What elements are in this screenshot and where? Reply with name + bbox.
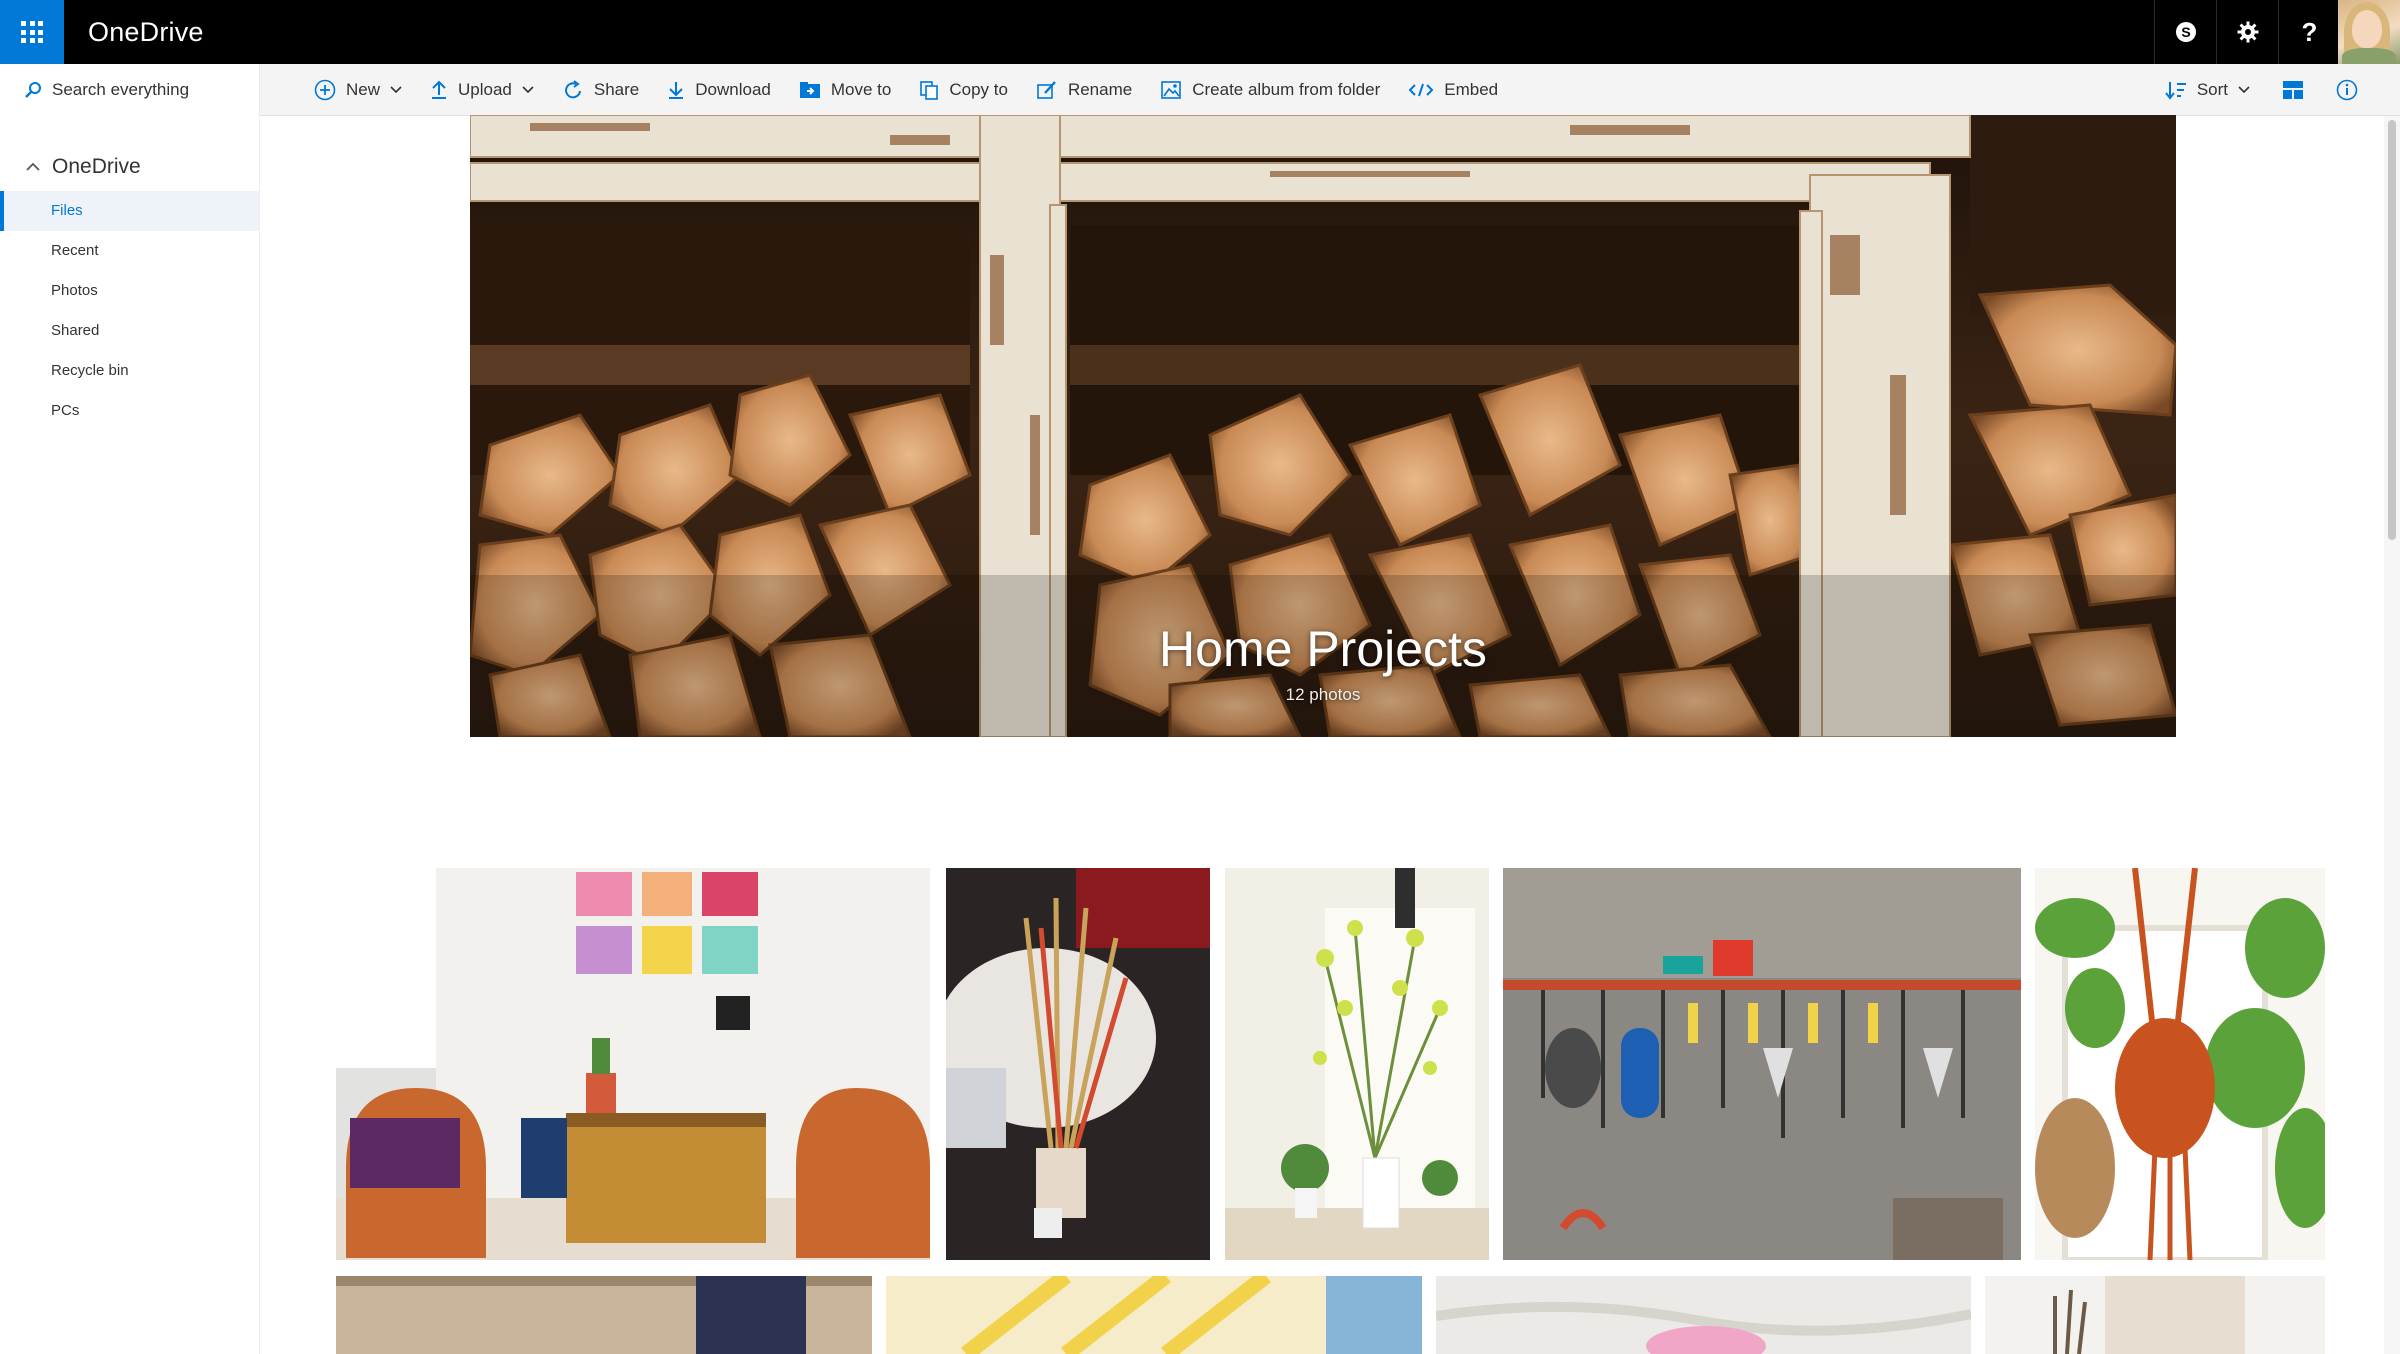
photo-tile[interactable] xyxy=(1436,1276,1971,1354)
nav-item-files[interactable]: Files xyxy=(0,191,259,231)
nav-item-pcs[interactable]: PCs xyxy=(0,391,259,431)
photo-yellow-pattern xyxy=(886,1276,1422,1354)
gear-icon xyxy=(2237,21,2258,43)
command-list: New Upload Share Download Move to Copy t… xyxy=(300,64,1512,116)
suite-bar: OneDrive S ? xyxy=(0,0,2400,64)
nav-item-photos[interactable]: Photos xyxy=(0,271,259,311)
photo-wood-floor xyxy=(336,1276,872,1354)
search-placeholder: Search everything xyxy=(52,80,190,99)
move-to-label: Move to xyxy=(830,80,892,99)
help-button[interactable]: ? xyxy=(2278,0,2340,64)
info-icon xyxy=(2336,79,2358,101)
plus-circle-icon xyxy=(314,79,336,101)
app-launcher-button[interactable] xyxy=(0,0,64,64)
rename-icon xyxy=(1037,81,1056,99)
svg-text:S: S xyxy=(2181,24,2190,40)
left-navigation: OneDrive Files Recent Photos Shared Recy… xyxy=(0,117,260,1354)
photo-macrame-plant xyxy=(2035,868,2325,1260)
help-icon: ? xyxy=(2301,16,2318,47)
new-label: New xyxy=(346,80,381,99)
chevron-up-icon xyxy=(26,162,40,171)
move-to-button[interactable]: Move to xyxy=(785,64,905,116)
sort-label: Sort xyxy=(2196,80,2228,99)
rename-button[interactable]: Rename xyxy=(1022,64,1146,116)
settings-button[interactable] xyxy=(2216,0,2278,64)
download-button[interactable]: Download xyxy=(653,64,785,116)
sort-button[interactable]: Sort xyxy=(2149,64,2266,116)
upload-icon xyxy=(432,80,447,99)
download-label: Download xyxy=(695,80,771,99)
copy-to-icon xyxy=(920,81,939,100)
sort-icon xyxy=(2165,82,2186,100)
chevron-down-icon xyxy=(522,86,534,94)
upload-label: Upload xyxy=(458,80,512,99)
photo-tile[interactable] xyxy=(1503,868,2021,1260)
photo-linen-cloth xyxy=(1436,1276,1971,1354)
album-icon xyxy=(1161,81,1182,99)
command-bar: Search everything New Upload Share Downl… xyxy=(0,64,2400,116)
create-album-button[interactable]: Create album from folder xyxy=(1146,64,1394,116)
scrollbar-thumb[interactable] xyxy=(2388,120,2396,540)
upload-button[interactable]: Upload xyxy=(416,64,548,116)
album-cover[interactable]: Home Projects 12 photos xyxy=(470,115,2176,737)
search-input[interactable]: Search everything xyxy=(0,64,260,116)
photo-tile[interactable] xyxy=(336,868,930,1260)
avatar[interactable] xyxy=(2338,0,2400,64)
photo-flower-vase xyxy=(1225,868,1489,1260)
vertical-scrollbar[interactable] xyxy=(2384,116,2400,1354)
nav-item-recent[interactable]: Recent xyxy=(0,231,259,271)
chevron-down-icon xyxy=(2238,86,2250,94)
copy-to-label: Copy to xyxy=(949,80,1008,99)
photo-tile[interactable] xyxy=(2035,868,2325,1260)
photo-tile[interactable] xyxy=(336,1276,872,1354)
layout-icon xyxy=(2283,81,2303,99)
embed-icon xyxy=(1408,83,1434,97)
photo-living-room xyxy=(336,868,930,1260)
waffle-icon xyxy=(21,21,43,43)
share-icon xyxy=(564,80,581,99)
app-title[interactable]: OneDrive xyxy=(88,0,204,64)
photo-garden-tools xyxy=(1503,868,2021,1260)
album-title: Home Projects xyxy=(1159,621,1487,677)
photo-brush-jar xyxy=(1985,1276,2325,1354)
nav-root-label: OneDrive xyxy=(52,155,141,178)
photo-tile[interactable] xyxy=(886,1276,1422,1354)
rename-label: Rename xyxy=(1067,80,1133,99)
details-pane-button[interactable] xyxy=(2320,64,2374,116)
new-button[interactable]: New xyxy=(300,64,416,116)
move-to-icon xyxy=(799,82,820,98)
chevron-down-icon xyxy=(390,86,402,94)
embed-label: Embed xyxy=(1444,80,1499,99)
view-layout-button[interactable] xyxy=(2266,64,2320,116)
skype-icon: S xyxy=(2175,22,2196,42)
photo-paint-brushes xyxy=(946,868,1210,1260)
nav-item-shared[interactable]: Shared xyxy=(0,311,259,351)
photo-tile[interactable] xyxy=(1225,868,1489,1260)
create-album-label: Create album from folder xyxy=(1192,80,1381,99)
share-label: Share xyxy=(593,80,640,99)
search-icon xyxy=(25,82,41,98)
nav-root-onedrive[interactable]: OneDrive xyxy=(0,143,259,191)
nav-item-recycle-bin[interactable]: Recycle bin xyxy=(0,351,259,391)
download-icon xyxy=(669,82,684,99)
photo-tile[interactable] xyxy=(946,868,1210,1260)
photo-tile[interactable] xyxy=(1985,1276,2325,1354)
copy-to-button[interactable]: Copy to xyxy=(905,64,1022,116)
embed-button[interactable]: Embed xyxy=(1394,64,1512,116)
skype-button[interactable]: S xyxy=(2154,0,2216,64)
share-button[interactable]: Share xyxy=(548,64,653,116)
album-photo-count: 12 photos xyxy=(1285,685,1361,704)
